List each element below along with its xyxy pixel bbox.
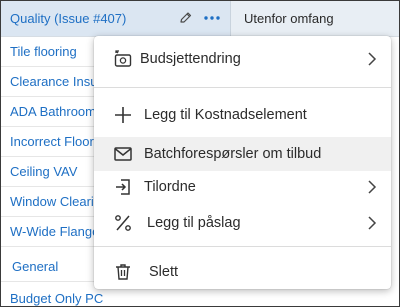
menu-item-assign[interactable]: Tilordne	[94, 170, 391, 204]
more-options-icon[interactable]	[203, 11, 221, 25]
chevron-right-icon	[368, 216, 377, 230]
menu-item-batch-bid-requests[interactable]: Batchforespørsler om tilbud	[94, 137, 391, 171]
menu-divider	[94, 246, 391, 247]
menu-item-label: Tilordne	[144, 179, 196, 195]
menu-item-budget-change[interactable]: Budsjettendring	[94, 42, 391, 76]
budget-change-icon	[114, 50, 132, 67]
menu-item-label: Budsjettendring	[140, 51, 241, 67]
header-title[interactable]: Quality (Issue #407)	[10, 11, 126, 26]
menu-item-add-cost-element[interactable]: Legg til Kostnadselement	[94, 98, 391, 132]
assign-icon	[116, 179, 130, 195]
pencil-icon[interactable]	[179, 11, 193, 25]
percent-icon	[115, 215, 131, 231]
menu-item-label: Legg til påslag	[147, 215, 241, 231]
header-cell-item[interactable]: Quality (Issue #407)	[1, 1, 231, 36]
plus-icon	[115, 107, 131, 123]
menu-item-label: Legg til Kostnadselement	[144, 107, 307, 123]
menu-item-label: Batchforespørsler om tilbud	[144, 146, 322, 162]
menu-divider	[94, 87, 391, 88]
menu-item-add-markup[interactable]: Legg til påslag	[94, 206, 391, 240]
header-row: Quality (Issue #407) Utenfor omfang	[1, 1, 399, 37]
envelope-icon	[114, 147, 132, 161]
context-menu: Budsjettendring Legg til Kostnadselement…	[94, 36, 391, 289]
menu-item-delete[interactable]: Slett	[94, 255, 391, 289]
chevron-right-icon	[368, 52, 377, 66]
header-scope-cell: Utenfor omfang	[244, 11, 334, 26]
budget-grid: Quality (Issue #407) Utenfor omfang Tile…	[0, 0, 400, 307]
chevron-right-icon	[368, 180, 377, 194]
trash-icon	[116, 264, 130, 280]
menu-item-label: Slett	[149, 264, 179, 280]
